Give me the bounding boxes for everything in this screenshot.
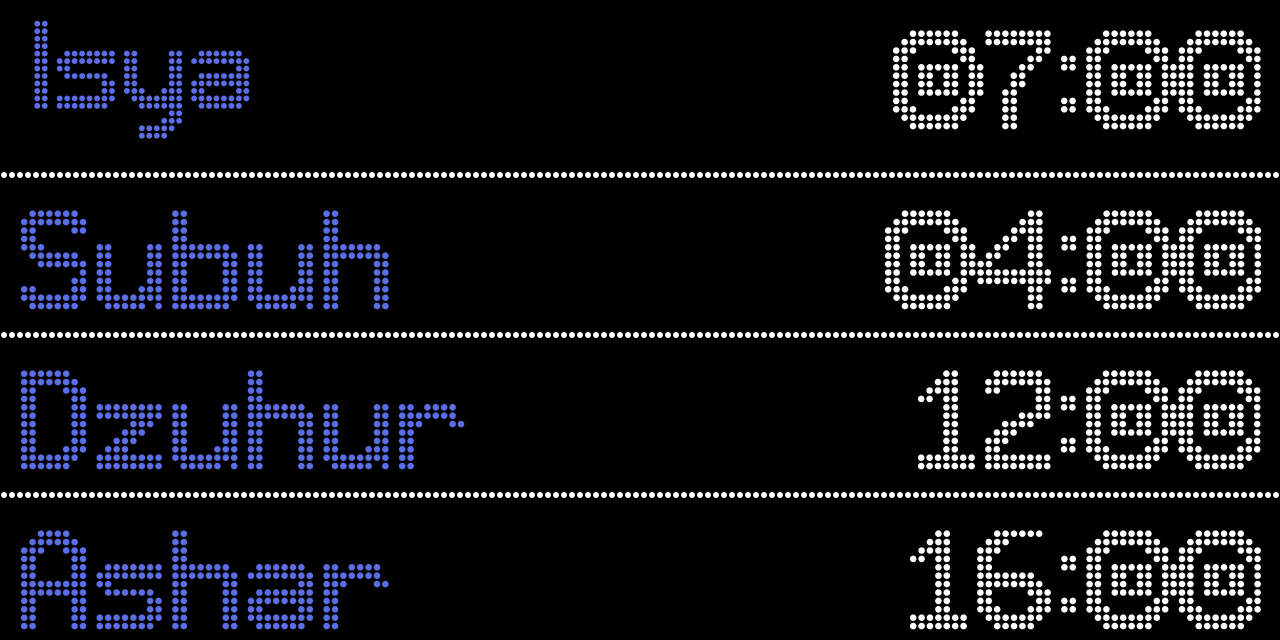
prayer-time-glyph bbox=[985, 30, 1051, 130]
prayer-name-ashar bbox=[20, 530, 389, 630]
prayer-name-dzuhur bbox=[20, 370, 465, 470]
prayer-name-glyph bbox=[56, 50, 115, 109]
prayer-time-glyph bbox=[1060, 55, 1076, 113]
prayer-name-glyph bbox=[323, 404, 389, 470]
prayer-time-glyph bbox=[917, 370, 975, 470]
prayer-time-text: 07:00 bbox=[0, 20, 1, 21]
prayer-name-glyph bbox=[20, 530, 87, 630]
prayer-time-glyph bbox=[1086, 210, 1178, 310]
prayer-name-glyph bbox=[398, 404, 465, 470]
prayer-time-glyph bbox=[1061, 555, 1077, 613]
row-divider bbox=[1, 172, 1279, 178]
row-divider bbox=[1, 492, 1279, 498]
prayer-time-glyph bbox=[884, 210, 976, 310]
prayer-name-text: Isya bbox=[0, 20, 1, 21]
prayer-name-glyph bbox=[20, 370, 87, 470]
prayer-name-glyph bbox=[34, 20, 48, 109]
prayer-times-board: Isya 07:00 Subuh 04:00 Dzuhur 12:00 Asha… bbox=[0, 0, 1280, 640]
prayer-time-glyph bbox=[1178, 530, 1261, 630]
prayer-name-glyph bbox=[96, 404, 162, 470]
prayer-time-subuh bbox=[884, 210, 1262, 310]
prayer-name-glyph bbox=[247, 370, 314, 470]
prayer-name-glyph bbox=[323, 564, 389, 630]
prayer-time-glyph bbox=[985, 370, 1051, 470]
prayer-name-text: Ashar bbox=[0, 520, 1, 521]
row-divider bbox=[1, 332, 1279, 338]
prayer-name-glyph bbox=[96, 564, 162, 630]
prayer-name-glyph bbox=[191, 50, 250, 109]
prayer-name-subuh bbox=[20, 210, 389, 310]
prayer-time-glyph bbox=[909, 530, 967, 630]
prayer-name-glyph bbox=[247, 564, 314, 630]
prayer-name-glyph bbox=[172, 404, 238, 470]
prayer-name-glyph bbox=[96, 244, 162, 310]
prayer-time-glyph bbox=[1178, 370, 1261, 470]
prayer-name-glyph bbox=[323, 210, 389, 310]
prayer-time-text: 04:00 bbox=[0, 200, 1, 201]
prayer-time-glyph bbox=[977, 530, 1051, 630]
prayer-name-glyph bbox=[247, 244, 314, 310]
prayer-time-glyph bbox=[1086, 30, 1177, 130]
prayer-name-text: Subuh bbox=[0, 200, 1, 201]
prayer-time-text: 16:00 bbox=[0, 520, 1, 521]
prayer-time-glyph bbox=[1085, 370, 1177, 470]
prayer-name-isya bbox=[34, 20, 250, 139]
prayer-time-glyph bbox=[1060, 395, 1076, 453]
prayer-name-glyph bbox=[123, 50, 183, 139]
prayer-time-text: 12:00 bbox=[0, 360, 1, 361]
prayer-time-glyph bbox=[1086, 530, 1177, 630]
prayer-time-glyph bbox=[977, 210, 1052, 310]
prayer-time-glyph bbox=[1178, 30, 1261, 130]
prayer-name-text: Dzuhur bbox=[0, 360, 1, 361]
prayer-time-glyph bbox=[1061, 235, 1077, 293]
prayer-time-dzuhur bbox=[917, 370, 1261, 470]
prayer-time-isya bbox=[892, 30, 1261, 130]
prayer-name-glyph bbox=[172, 210, 238, 310]
prayer-time-glyph bbox=[1178, 210, 1262, 310]
prayer-name-glyph bbox=[172, 530, 238, 630]
prayer-time-ashar bbox=[909, 530, 1261, 630]
prayer-time-glyph bbox=[892, 30, 984, 130]
prayer-name-glyph bbox=[20, 210, 87, 310]
